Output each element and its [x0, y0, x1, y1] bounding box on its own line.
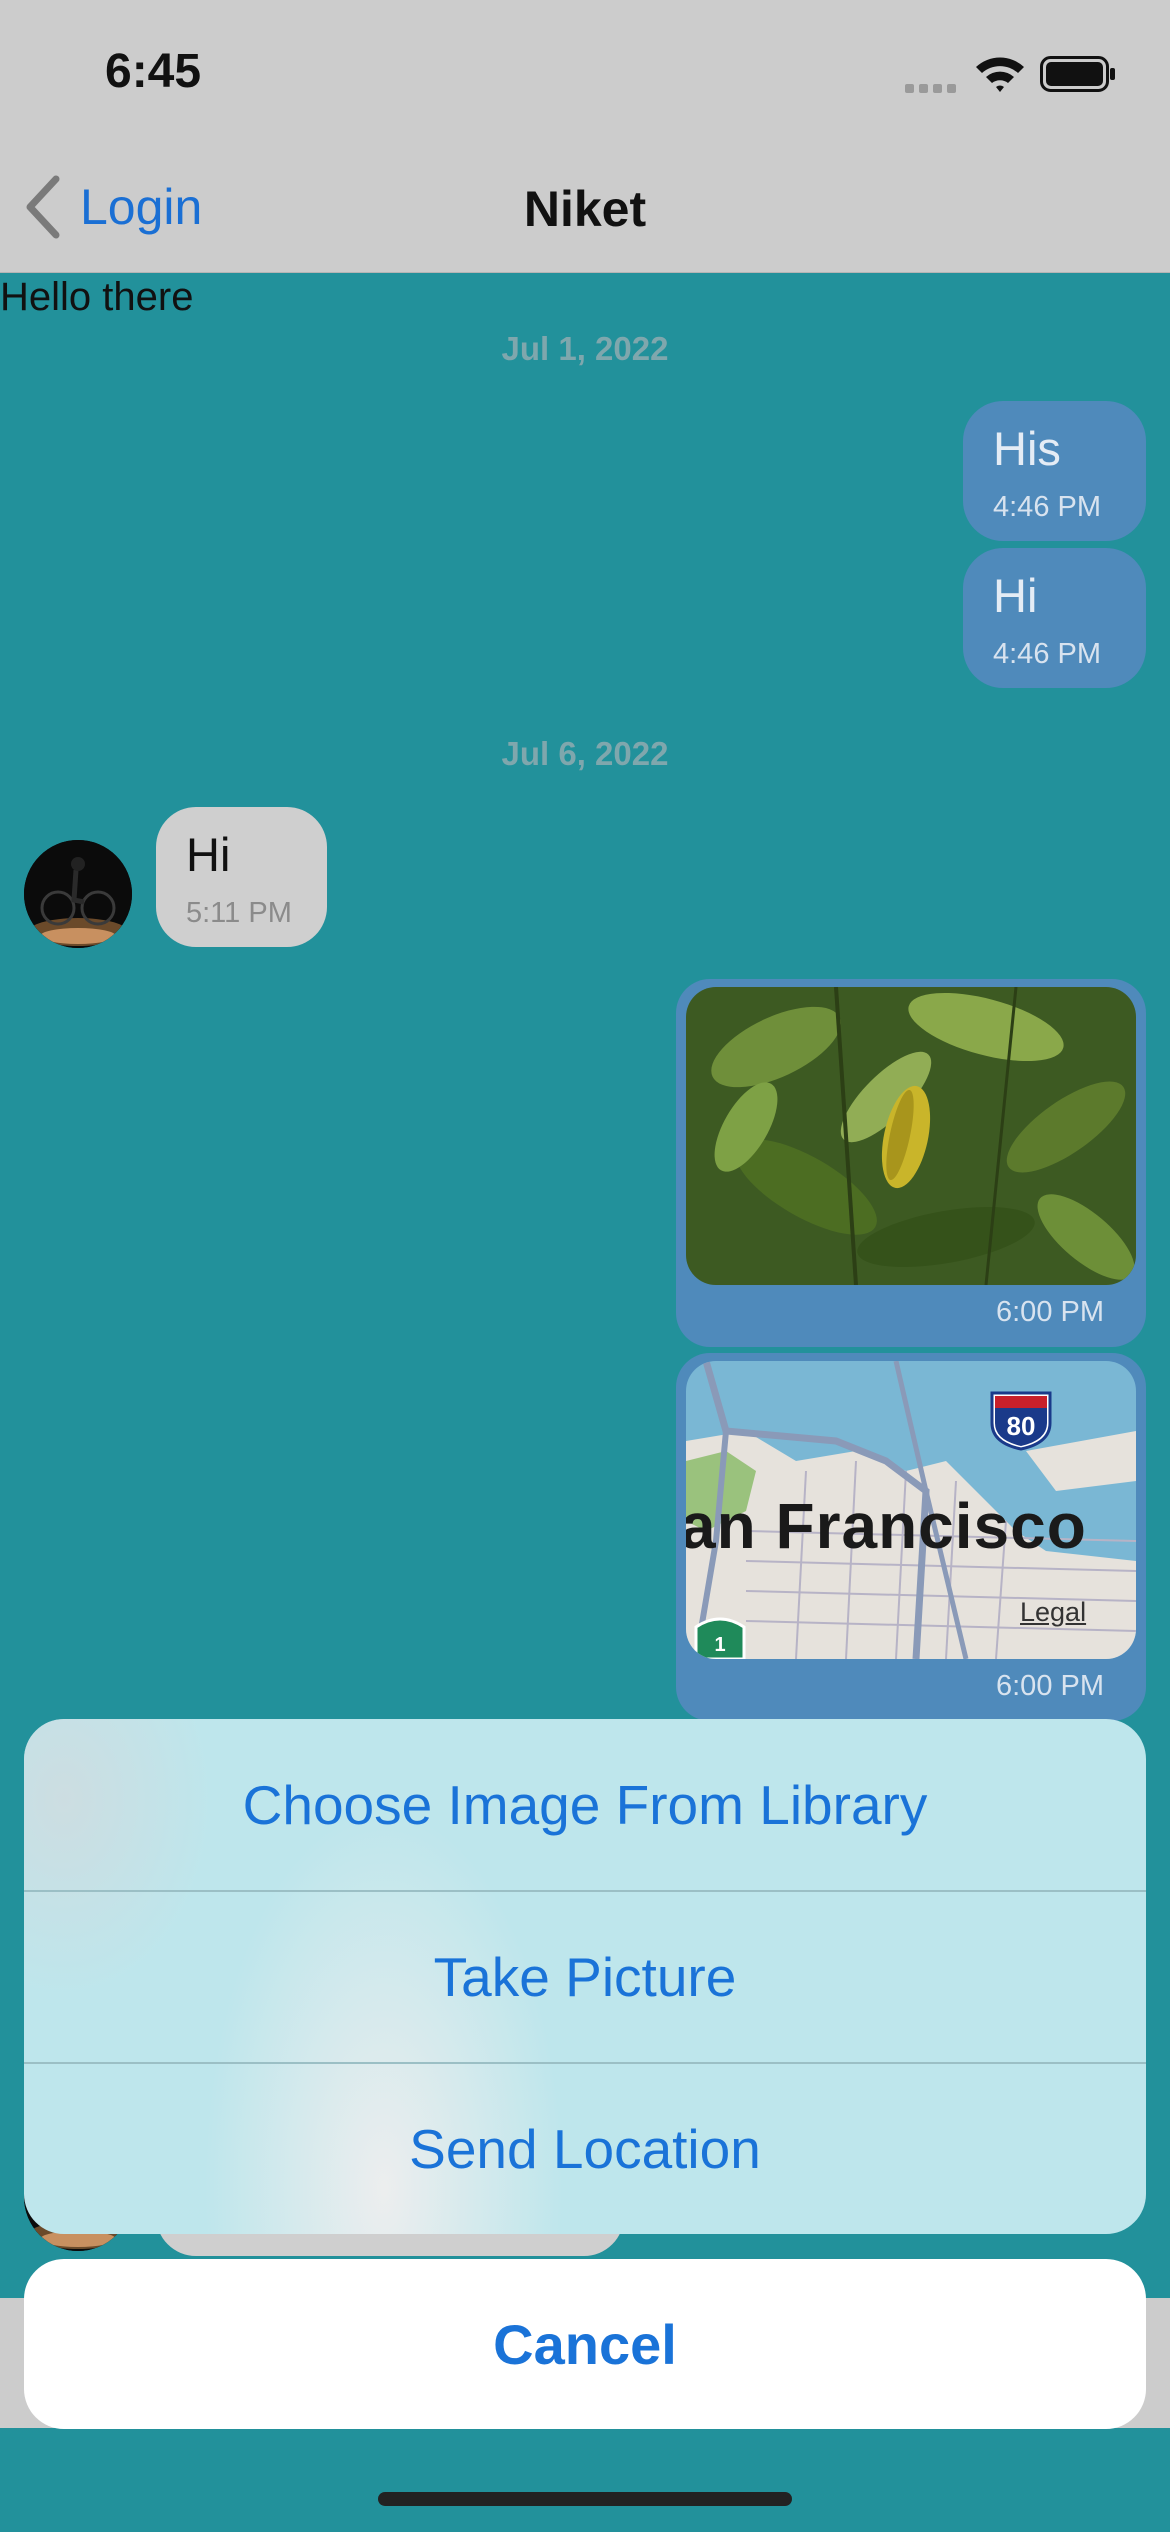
incoming-message-bubble[interactable]: Hi 5:11 PM: [156, 807, 327, 947]
leaf-photo-image: [686, 987, 1136, 1285]
message-text: Hi: [186, 828, 231, 881]
page-title: Niket: [523, 181, 647, 237]
message-text: His: [993, 422, 1061, 475]
outgoing-photo-message[interactable]: 6:00 PM: [676, 979, 1146, 1347]
choose-image-from-library-option[interactable]: Choose Image From Library: [24, 1719, 1146, 1890]
chat-header-text: Hello there: [0, 275, 194, 319]
action-sheet: Choose Image From Library Take Picture S…: [24, 1719, 1146, 2234]
status-bar: 6:45: [0, 0, 1170, 140]
photo-attachment[interactable]: [686, 987, 1136, 1285]
navigation-bar: Login Niket: [0, 140, 1170, 273]
take-picture-option[interactable]: Take Picture: [24, 1891, 1146, 2062]
outgoing-message-bubble[interactable]: His 4:46 PM: [963, 401, 1146, 541]
outgoing-message-bubble[interactable]: Hi 4:46 PM: [963, 548, 1146, 688]
highway-shield-number: 80: [1007, 1411, 1036, 1441]
map-city-label: an Francisco: [686, 1490, 1087, 1562]
message-text: Hi: [993, 569, 1038, 622]
wifi-icon: [976, 57, 1024, 92]
date-label: Jul 1, 2022: [501, 330, 669, 367]
send-location-option[interactable]: Send Location: [24, 2063, 1146, 2234]
message-time: 5:11 PM: [186, 897, 292, 929]
cancel-button[interactable]: Cancel: [24, 2259, 1146, 2429]
message-time: 4:46 PM: [993, 491, 1101, 523]
avatar-image: [24, 840, 132, 948]
signal-icon: [905, 84, 956, 93]
battery-icon: [1040, 56, 1115, 92]
map-legal-link[interactable]: Legal: [1020, 1597, 1086, 1628]
avatar[interactable]: [24, 840, 132, 948]
outgoing-location-message[interactable]: 80 1 an Francisco Legal 6:00 PM: [676, 1353, 1146, 1721]
message-time: 4:46 PM: [993, 638, 1101, 670]
message-time: 6:00 PM: [996, 1670, 1104, 1702]
date-label: Jul 6, 2022: [501, 735, 669, 772]
status-time: 6:45: [105, 45, 202, 98]
route-shield-number: 1: [714, 1634, 725, 1656]
home-indicator[interactable]: [378, 2492, 792, 2506]
message-time: 6:00 PM: [996, 1296, 1104, 1328]
map-attachment[interactable]: 80 1 an Francisco Legal: [686, 1361, 1136, 1659]
